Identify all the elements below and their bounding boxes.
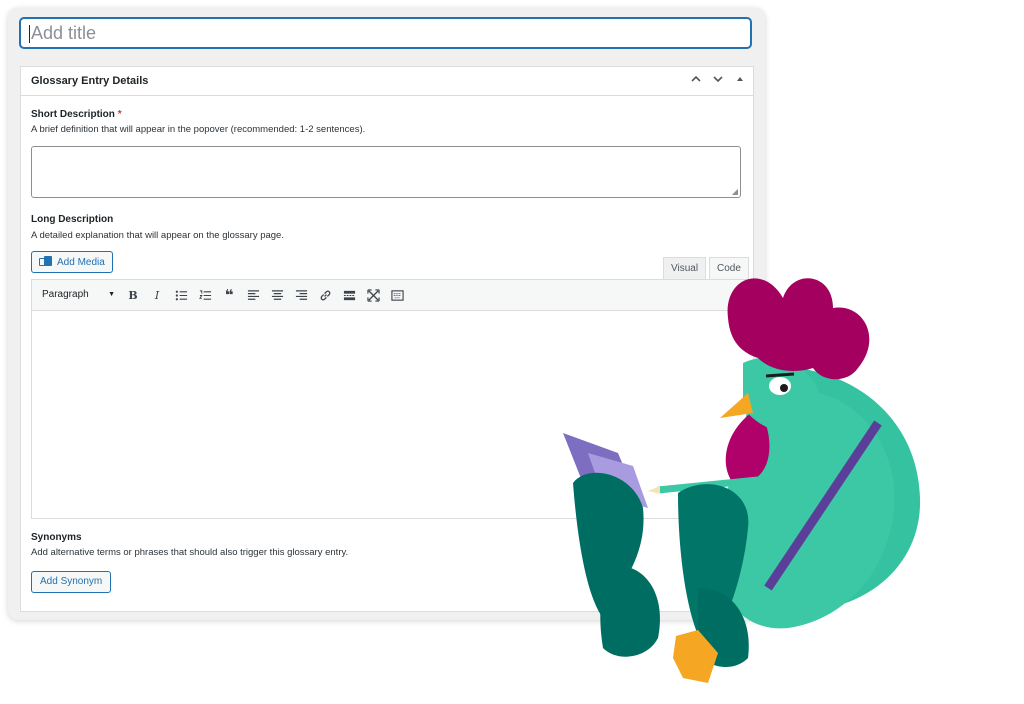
synonyms-label: Synonyms	[31, 532, 82, 543]
rooster-leg	[600, 566, 660, 657]
align-center-icon[interactable]	[268, 286, 286, 304]
align-left-icon[interactable]	[244, 286, 262, 304]
add-media-button[interactable]: Add Media	[31, 251, 113, 273]
synonyms-help: Add alternative terms or phrases that sh…	[31, 547, 349, 558]
long-description-label: Long Description	[31, 214, 114, 225]
short-description-label: Short Description *	[31, 109, 122, 120]
format-select-value: Paragraph	[42, 289, 89, 300]
text-caret	[29, 25, 30, 44]
add-synonym-button[interactable]: Add Synonym	[31, 571, 112, 593]
move-down-icon[interactable]	[711, 73, 725, 88]
move-up-icon[interactable]	[689, 73, 703, 88]
title-input[interactable]: Add title	[20, 18, 751, 48]
bold-icon[interactable]: B	[124, 286, 142, 304]
toolbar-toggle-icon[interactable]	[388, 286, 406, 304]
bullet-list-icon[interactable]	[172, 286, 190, 304]
rooster-pupil	[780, 384, 788, 392]
collapse-toggle-icon[interactable]	[733, 73, 747, 88]
metabox-controls	[689, 73, 747, 88]
short-description-textarea[interactable]: ◢	[31, 146, 741, 198]
select-arrow-icon: ▼	[108, 291, 115, 298]
pencil-tip	[648, 486, 660, 494]
rooster-eye	[769, 377, 791, 395]
fullscreen-icon[interactable]	[364, 286, 382, 304]
rooster-mascot-illustration	[563, 278, 921, 683]
media-icon	[39, 256, 52, 268]
align-right-icon[interactable]	[292, 286, 310, 304]
title-placeholder: Add title	[31, 23, 97, 43]
italic-icon[interactable]: I	[148, 286, 166, 304]
required-marker: *	[117, 109, 122, 120]
metabox-title: Glossary Entry Details	[31, 75, 149, 87]
read-more-icon[interactable]	[340, 286, 358, 304]
blockquote-icon[interactable]: ❝	[220, 286, 238, 304]
numbered-list-icon[interactable]	[196, 286, 214, 304]
metabox-header: Glossary Entry Details	[21, 67, 753, 96]
resize-grip-icon[interactable]: ◢	[732, 187, 738, 196]
format-select[interactable]: Paragraph ▼	[36, 286, 118, 304]
short-description-label-text: Short Description	[31, 109, 115, 120]
rooster-brow	[765, 372, 795, 378]
long-description-help: A detailed explanation that will appear …	[31, 230, 284, 241]
add-media-label: Add Media	[57, 256, 105, 268]
link-icon[interactable]	[316, 286, 334, 304]
short-description-help: A brief definition that will appear in t…	[31, 124, 366, 135]
